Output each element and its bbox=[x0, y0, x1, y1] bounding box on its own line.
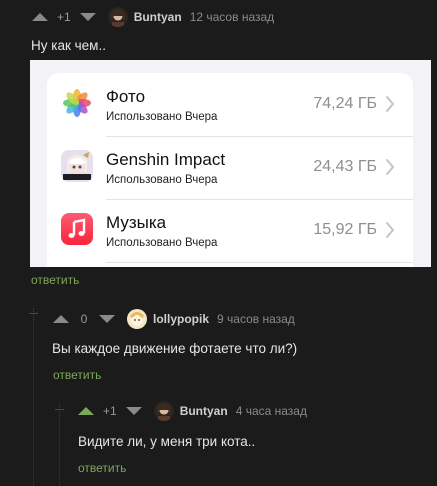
chevron-right-icon bbox=[386, 96, 395, 112]
thread-line bbox=[33, 308, 34, 486]
app-size: 24,43 ГБ bbox=[313, 158, 377, 175]
comment-text: Ну как чем.. bbox=[31, 38, 106, 53]
comment-rating: +1 bbox=[57, 10, 71, 24]
app-size: 74,24 ГБ bbox=[313, 95, 377, 112]
avatar[interactable] bbox=[127, 309, 147, 329]
storage-list-card: Фото Использовано Вчера 74,24 ГБ Genshin… bbox=[47, 73, 413, 267]
reply-link[interactable]: ответить bbox=[78, 461, 126, 475]
photos-icon bbox=[61, 87, 93, 119]
comment-text: Видите ли, у меня три кота.. bbox=[78, 434, 256, 449]
app-last-used: Использовано Вчера bbox=[106, 111, 218, 123]
app-name: Фото bbox=[106, 87, 146, 106]
comment-rating: +1 bbox=[103, 404, 117, 418]
comment-time[interactable]: 4 часа назад bbox=[236, 404, 307, 418]
app-last-used: Использовано Вчера bbox=[106, 237, 218, 249]
upvote-arrow-icon[interactable] bbox=[32, 13, 48, 21]
genshin-icon bbox=[61, 150, 93, 182]
storage-row-photos: Фото Использовано Вчера 74,24 ГБ bbox=[47, 73, 413, 136]
downvote-arrow-icon[interactable] bbox=[99, 315, 115, 323]
reply-link[interactable]: ответить bbox=[31, 273, 79, 287]
comment-rating: 0 bbox=[80, 312, 88, 326]
avatar[interactable] bbox=[107, 7, 128, 27]
vote-block: +1 bbox=[32, 10, 96, 24]
app-name: Genshin Impact bbox=[106, 150, 226, 169]
username[interactable]: Buntyan bbox=[134, 10, 182, 24]
avatar[interactable] bbox=[153, 401, 174, 421]
chevron-right-icon bbox=[386, 222, 395, 238]
reply-link[interactable]: ответить bbox=[53, 368, 101, 382]
username[interactable]: lollypopik bbox=[153, 312, 209, 326]
app-size: 15,92 ГБ bbox=[313, 221, 377, 238]
vote-block: 0 bbox=[53, 312, 115, 326]
storage-row-genshin: Genshin Impact Использовано Вчера 24,43 … bbox=[47, 136, 413, 199]
comment-image-storage[interactable]: Фото Использовано Вчера 74,24 ГБ Genshin… bbox=[30, 60, 431, 267]
collapse-toggle[interactable] bbox=[29, 313, 38, 314]
storage-row-music: Музыка Использовано Вчера 15,92 ГБ bbox=[47, 199, 413, 262]
comment-2-header: 0 lollypopik 9 часов назад bbox=[53, 309, 295, 329]
upvote-arrow-icon[interactable] bbox=[78, 407, 94, 415]
comment-1-header: +1 Buntyan 12 часов назад bbox=[32, 7, 274, 27]
thread-line bbox=[59, 403, 60, 486]
collapse-toggle[interactable] bbox=[55, 409, 64, 410]
username[interactable]: Buntyan bbox=[180, 404, 228, 418]
upvote-arrow-icon[interactable] bbox=[53, 315, 69, 323]
divider bbox=[106, 262, 413, 263]
comment-time[interactable]: 9 часов назад bbox=[217, 312, 295, 326]
comment-3-header: +1 Buntyan 4 часа назад bbox=[78, 401, 307, 421]
downvote-arrow-icon[interactable] bbox=[79, 13, 96, 21]
app-last-used: Использовано Вчера bbox=[106, 174, 218, 186]
chevron-right-icon bbox=[386, 159, 395, 175]
music-icon bbox=[61, 213, 93, 245]
downvote-arrow-icon[interactable] bbox=[125, 407, 142, 415]
vote-block: +1 bbox=[78, 404, 142, 418]
comment-time[interactable]: 12 часов назад bbox=[190, 10, 274, 24]
app-name: Музыка bbox=[106, 213, 167, 232]
comment-text: Вы каждое движение фотаете что ли?) bbox=[52, 341, 298, 356]
